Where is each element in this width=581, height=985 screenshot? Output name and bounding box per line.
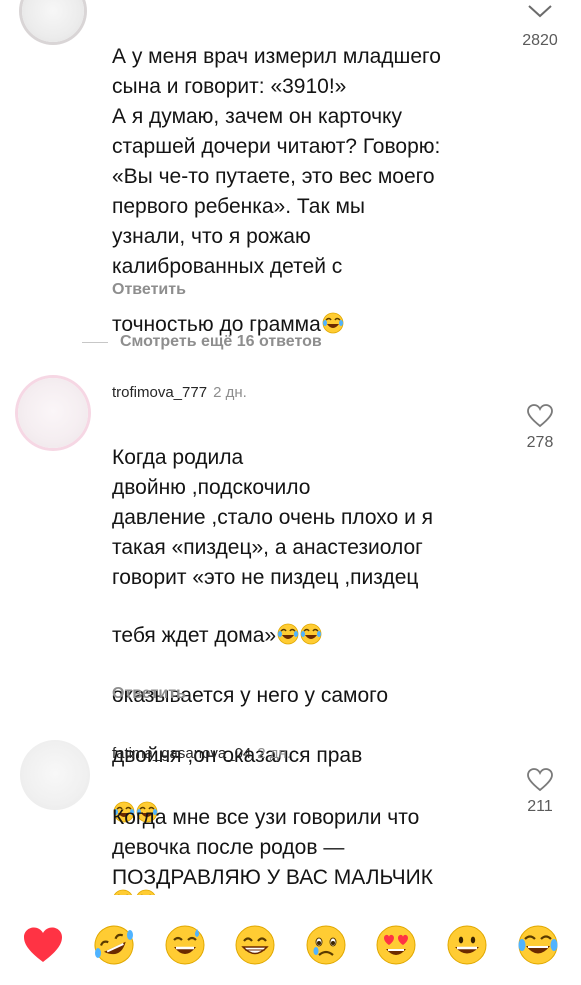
- like-count: 211: [527, 798, 553, 815]
- grinning-sweat-icon[interactable]: [162, 922, 208, 968]
- red-heart-icon[interactable]: [20, 922, 66, 968]
- heart-eyes-icon[interactable]: [373, 922, 419, 968]
- quick-reactions-bar: [0, 905, 581, 985]
- tears-of-joy-emoji: [300, 593, 322, 645]
- scroll-edge: [0, 895, 581, 905]
- avatar[interactable]: [20, 740, 90, 810]
- avatar[interactable]: [18, 378, 88, 448]
- heart-icon[interactable]: [527, 768, 553, 792]
- like-count: 2820: [522, 32, 558, 49]
- comment-header: fatima_gasanova_04 2 дн.: [112, 745, 291, 762]
- comments-thread: 2820 А у меня врач измерил младшего сына…: [0, 0, 581, 905]
- timestamp: 2 дн.: [257, 745, 291, 762]
- like-count: 278: [526, 434, 554, 451]
- username[interactable]: trofimova_777: [112, 384, 207, 401]
- beaming-face-icon[interactable]: [232, 922, 278, 968]
- like-column: 211: [510, 768, 570, 816]
- chevron-down-icon[interactable]: [526, 2, 554, 20]
- heart-icon[interactable]: [527, 404, 553, 428]
- tears-of-joy-emoji: [322, 282, 344, 334]
- avatar[interactable]: [22, 0, 84, 42]
- view-more-label: Смотреть ещё 16 ответов: [120, 333, 322, 350]
- reply-button[interactable]: Ответить: [112, 685, 186, 703]
- view-more-replies-button[interactable]: Смотреть ещё 16 ответов: [82, 333, 322, 351]
- divider: [82, 341, 108, 343]
- tears-of-joy-icon[interactable]: [515, 922, 561, 968]
- tears-of-joy-emoji: [277, 593, 299, 645]
- rolling-on-floor-laughing-icon[interactable]: [91, 922, 137, 968]
- grinning-face-icon[interactable]: [444, 922, 490, 968]
- comment-header: trofimova_777 2 дн.: [112, 384, 247, 401]
- comment-text: Когда мне все узи говорили что девочка п…: [112, 773, 497, 905]
- timestamp: 2 дн.: [213, 384, 247, 401]
- reply-button[interactable]: Ответить: [112, 281, 186, 299]
- like-column: 278: [510, 404, 570, 452]
- username[interactable]: fatima_gasanova_04: [112, 745, 251, 762]
- crying-face-icon[interactable]: [303, 922, 349, 968]
